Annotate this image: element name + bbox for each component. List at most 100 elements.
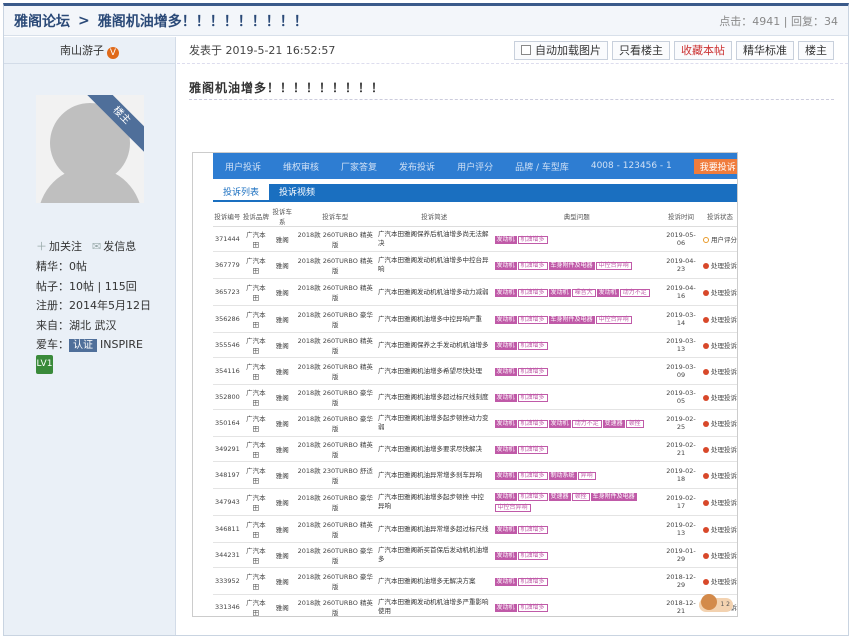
user-name[interactable]: 南山游子	[60, 44, 104, 57]
cell-model: 2018款 260TURBO 豪华版	[294, 305, 376, 333]
table-row: 367779 广汽本田 雅阁 2018款 260TURBO 精英版 广汽本田雅阁发动机机…	[213, 251, 737, 279]
tab-complaint-list: 投诉列表	[213, 184, 270, 200]
issue-tag: 车身附件及电器	[548, 315, 595, 324]
user-stat-registered: 注册：2014年5月12日	[36, 299, 151, 312]
cell-desc: 广汽本田雅阁新买首保后发动机机油增多	[375, 542, 493, 568]
cell-brand: 广汽本田	[241, 305, 270, 333]
cell-desc: 广汽本田雅阁机油异常增多超过标尺线	[375, 515, 493, 543]
essence-standard-button[interactable]: 精华标准	[736, 40, 794, 60]
issue-tag: 机油增多	[517, 525, 548, 534]
user-stat-location: 来自：湖北 武汉	[36, 318, 117, 332]
issue-tag: 机油增多	[517, 603, 548, 612]
avatar[interactable]: 楼主	[36, 95, 144, 203]
post-title: 雅阁机油增多！！！！！！！！！	[189, 81, 385, 95]
cell-status: 处理投诉	[700, 515, 737, 543]
issue-tag: 中控台异响	[595, 315, 632, 324]
table-header-row: 投诉编号 投诉品牌 投诉车系 投诉车型 投诉简述 典型问题 投诉时间 投诉状态	[213, 206, 737, 227]
cell-date: 2019-02-13	[660, 515, 701, 543]
cell-brand: 广汽本田	[241, 594, 270, 616]
nav-item: 发布投诉	[399, 162, 436, 173]
message-button[interactable]: ✉ 发信息	[92, 238, 136, 254]
level-badge-icon: LV1	[36, 355, 53, 374]
issue-tag: 发动机	[494, 393, 517, 402]
message-label: 发信息	[103, 240, 137, 253]
issue-tag: 中控台异响	[595, 261, 632, 270]
cell-tags: 发动机 机油增多 车身附件及电器 中控台异响	[492, 251, 661, 279]
nav-item: 4008 - 123456 - 1	[590, 161, 672, 171]
cell-desc: 广汽本田雅阁机油增多希望尽快处理	[375, 357, 493, 385]
cell-date: 2018-12-21	[660, 594, 701, 616]
cell-model: 2018款 260TURBO 精英版	[294, 594, 376, 616]
status-dot-icon	[702, 237, 709, 243]
issue-tag: 顿挫	[571, 493, 590, 501]
cell-date: 2019-04-23	[660, 251, 701, 279]
cell-model: 2018款 230TURBO 舒适版	[294, 461, 376, 489]
floor-label: 楼主	[798, 40, 834, 60]
cell-model: 2018款 260TURBO 豪华版	[294, 567, 376, 595]
table-row: 347943 广汽本田 雅阁 2018款 260TURBO 豪华版 广汽本田雅阁机油增多…	[213, 488, 737, 516]
cell-tags: 发动机 机油增多 发动机 噪音大 发动机 动力不足	[492, 278, 661, 306]
follow-button[interactable]: ＋加关注	[36, 238, 82, 254]
auto-load-images-toggle[interactable]: 自动加载图片	[514, 40, 608, 60]
issue-tag: 变速器	[602, 419, 625, 428]
cell-status: 处理投诉	[700, 542, 737, 568]
favorite-button[interactable]: 收藏本帖	[674, 40, 732, 60]
only-op-button[interactable]: 只看楼主	[612, 40, 670, 60]
cell-brand: 广汽本田	[241, 384, 270, 410]
cell-brand: 广汽本田	[241, 251, 270, 279]
cell-model: 2018款 260TURBO 精英版	[294, 515, 376, 543]
issue-tag: 发动机	[548, 419, 571, 428]
complain-button: 我要投诉	[693, 158, 737, 174]
status-label: 处理投诉	[710, 316, 737, 324]
car-model[interactable]: INSPIRE	[100, 338, 143, 351]
cell-series: 雅阁	[270, 357, 295, 385]
status-dot-icon	[702, 343, 709, 349]
nav-item: 厂家答复	[341, 162, 378, 173]
cell-status: 处理投诉	[700, 305, 737, 333]
cell-id: 344231	[213, 542, 242, 568]
cell-status: 处理投诉	[700, 278, 737, 306]
table-row: 344231 广汽本田 雅阁 2018款 260TURBO 豪华版 广汽本田雅阁新买首保…	[213, 542, 737, 568]
issue-tag: 发动机	[494, 419, 517, 428]
cell-series: 雅阁	[270, 409, 295, 437]
status-dot-icon	[702, 473, 709, 479]
envelope-icon: ✉	[92, 240, 102, 253]
post-main: 发表于 2019-5-21 16:52:57 自动加载图片 只看楼主 收藏本帖 …	[177, 37, 848, 635]
cell-model: 2018款 260TURBO 豪华版	[294, 542, 376, 568]
breadcrumb-forum[interactable]: 雅阁论坛	[14, 11, 70, 31]
column-header: 投诉车系	[270, 206, 295, 227]
cell-date: 2019-02-21	[660, 436, 701, 462]
cell-brand: 广汽本田	[241, 542, 270, 568]
follow-label: 加关注	[49, 240, 82, 253]
status-label: 处理投诉	[710, 394, 737, 402]
status-label: 处理投诉	[710, 289, 737, 297]
plus-icon: ＋	[36, 240, 47, 253]
issue-tag: 机油增多	[517, 341, 548, 350]
issue-tag: 噪音大	[571, 288, 596, 297]
cell-date: 2019-04-16	[660, 278, 701, 306]
breadcrumb-separator: >	[78, 12, 90, 29]
cell-brand: 广汽本田	[241, 461, 270, 489]
post-buttons: 自动加载图片 只看楼主 收藏本帖 精华标准 楼主	[514, 40, 834, 60]
cell-model: 2018款 260TURBO 精英版	[294, 278, 376, 306]
cell-status: 处理投诉	[700, 409, 737, 437]
cell-brand: 广汽本田	[241, 436, 270, 462]
issue-tag: 发动机	[494, 493, 517, 501]
issue-tag: 发动机	[494, 367, 517, 376]
status-dot-icon	[702, 500, 709, 506]
title-divider	[189, 99, 834, 100]
column-header: 投诉时间	[660, 206, 701, 227]
status-dot-icon	[702, 527, 709, 533]
checkbox-icon[interactable]	[521, 45, 531, 55]
cell-date: 2019-03-13	[660, 332, 701, 358]
embedded-screenshot[interactable]: 用户投诉 维权审核 厂家答复 发布投诉 用户评分 品牌 / 车型库 4008 - 12345…	[192, 152, 738, 617]
issue-tag: 异响	[577, 471, 596, 480]
issue-tag: 中控台异响	[494, 504, 531, 512]
status-dot-icon	[702, 553, 709, 559]
cell-tags: 发动机 机油增多	[492, 567, 661, 595]
status-label: 处理投诉	[710, 552, 737, 560]
issue-tag: 发动机	[494, 577, 517, 586]
nav-item: 维权审核	[283, 162, 320, 173]
cell-desc: 广汽本田雅阁机油增多超过标尺线刻度	[375, 384, 493, 410]
issue-tag: 发动机	[494, 261, 517, 270]
